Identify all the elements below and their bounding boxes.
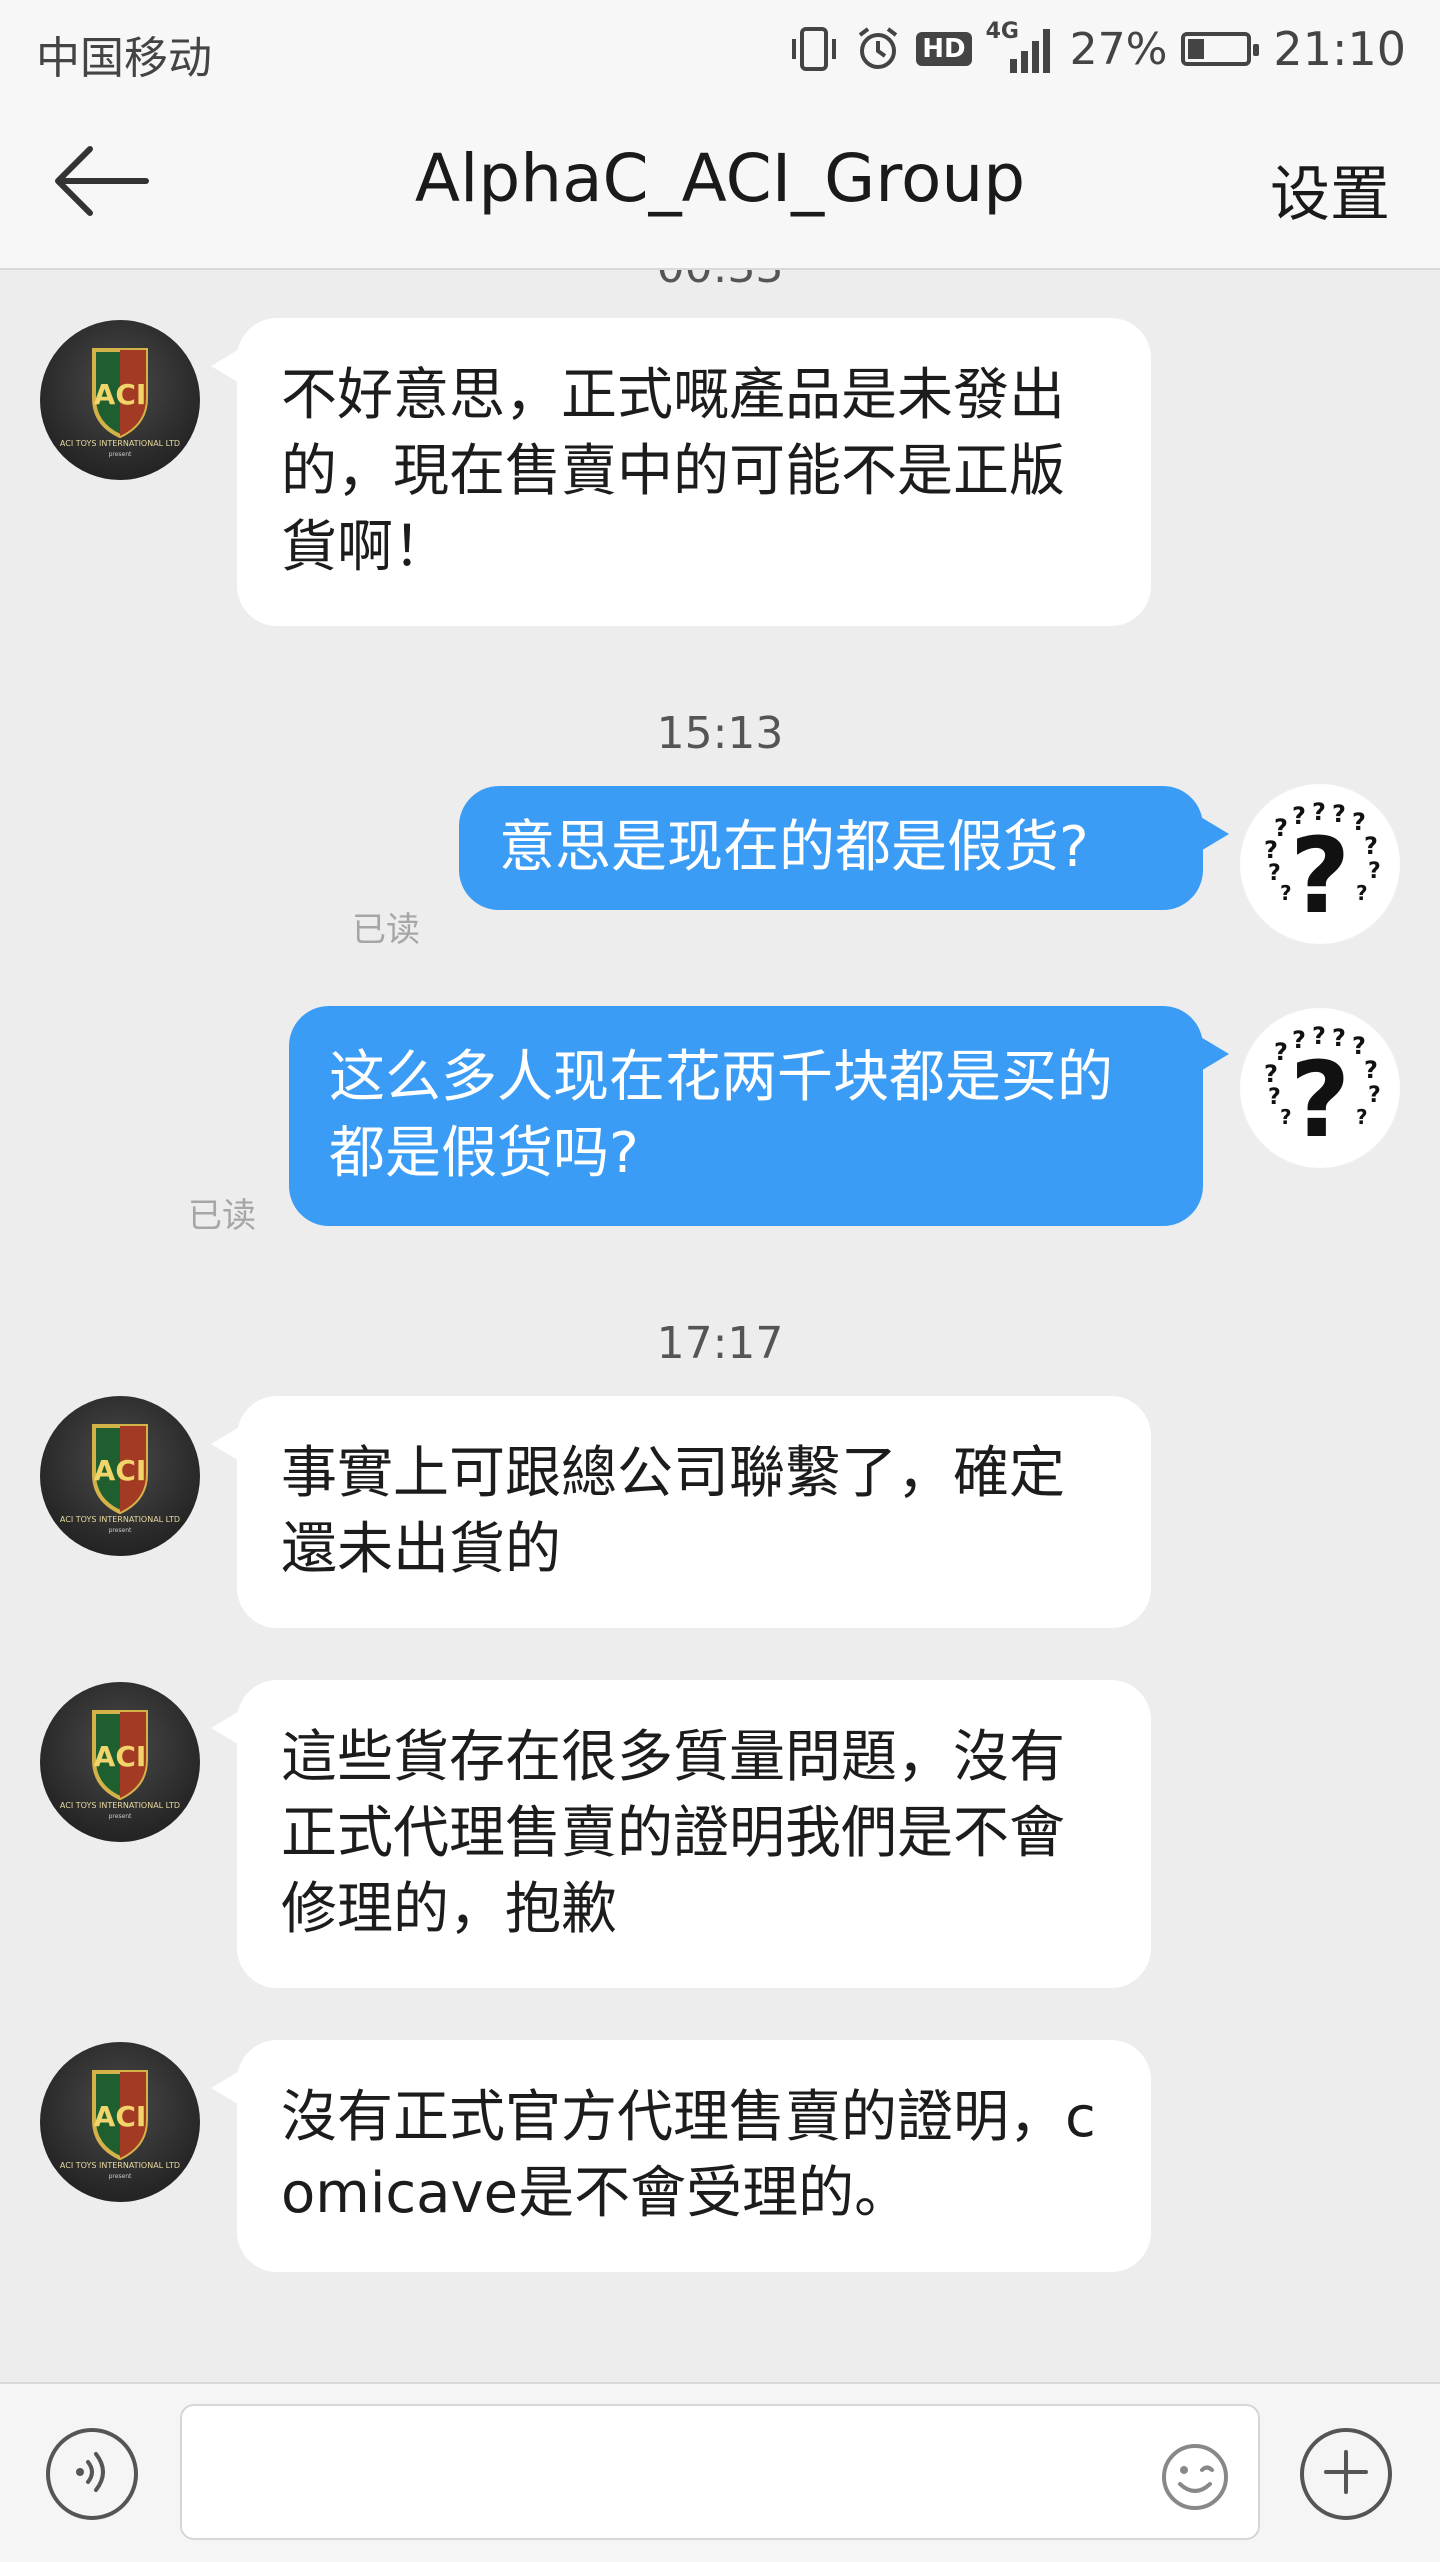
svg-text:?: ? (1368, 859, 1381, 884)
clock: 21:10 (1273, 22, 1406, 76)
signal-icon: 4G (985, 19, 1056, 75)
svg-text:?: ? (1290, 815, 1350, 937)
svg-text:present: present (109, 2173, 132, 2180)
avatar-me[interactable]: ? ? ? ? ? ? ? ? ? ? ? ? (1240, 1008, 1400, 1168)
avatar-me[interactable]: ? ? ? ? ? ? ? ? ? ? ? ? (1240, 784, 1400, 944)
svg-text:?: ? (1312, 1022, 1326, 1050)
avatar-aci[interactable]: ACI ACI TOYS INTERNATIONAL LTD present (40, 1682, 200, 1842)
svg-text:?: ? (1292, 1026, 1306, 1054)
svg-text:?: ? (1332, 1024, 1346, 1052)
timestamp: 15:13 (656, 708, 784, 759)
svg-text:?: ? (1356, 1105, 1368, 1129)
svg-text:?: ? (1332, 800, 1346, 828)
avatar-aci[interactable]: ACI ACI TOYS INTERNATIONAL LTD present (40, 320, 200, 480)
status-icons: HD 4G 27% 21:10 (788, 18, 1406, 80)
input-bar (0, 2382, 1440, 2562)
add-attachment-button[interactable] (1300, 2428, 1392, 2520)
message-input[interactable] (180, 2404, 1260, 2540)
emoji-button[interactable] (1160, 2442, 1230, 2512)
status-bar: 中国移动 HD 4G 27% 21:10 (0, 0, 1440, 100)
voice-icon (66, 2446, 118, 2502)
read-status: 已读 (188, 1196, 256, 1236)
question-marks-icon: ? ? ? ? ? ? ? ? ? ? ? ? (1264, 798, 1381, 937)
svg-text:?: ? (1280, 881, 1292, 905)
svg-text:ACI: ACI (94, 1740, 147, 1773)
svg-text:ACI TOYS INTERNATIONAL LTD: ACI TOYS INTERNATIONAL LTD (60, 2161, 180, 2170)
svg-text:ACI: ACI (94, 1454, 147, 1487)
plus-icon (1320, 2446, 1372, 2502)
timestamp: 17:17 (656, 1318, 784, 1369)
avatar-aci[interactable]: ACI ACI TOYS INTERNATIONAL LTD present (40, 2042, 200, 2202)
svg-text:present: present (109, 1527, 132, 1534)
message-bubble-incoming[interactable]: 事實上可跟總公司聯繫了，確定還未出貨的 (211, 1396, 1151, 1628)
svg-text:?: ? (1290, 1039, 1350, 1161)
emoji-icon (1160, 2444, 1230, 2516)
alarm-icon (854, 25, 902, 73)
message-bubble-incoming[interactable]: 這些貨存在很多質量問題，沒有正式代理售賣的證明我們是不會修理的，抱歉 (211, 1680, 1151, 1988)
svg-text:?: ? (1268, 1085, 1281, 1110)
message-bubble-incoming[interactable]: 沒有正式官方代理售賣的證明，comicave是不會受理的。 (211, 2040, 1151, 2272)
vibrate-icon (788, 25, 840, 73)
battery-percent: 27% (1069, 23, 1168, 75)
back-button[interactable] (50, 138, 160, 228)
svg-text:present: present (109, 1813, 132, 1820)
svg-text:ACI: ACI (94, 2100, 147, 2133)
message-bubble-outgoing[interactable]: 这么多人现在花两千块都是买的都是假货吗? (289, 1006, 1229, 1226)
svg-text:ACI TOYS INTERNATIONAL LTD: ACI TOYS INTERNATIONAL LTD (60, 1515, 180, 1524)
chat-message-list[interactable]: 00:33 ACI ACI TOYS INTERNATIONAL LTD pre… (0, 270, 1440, 2380)
aci-caption: ACI TOYS INTERNATIONAL LTD (60, 439, 180, 448)
svg-text:ACI TOYS INTERNATIONAL LTD: ACI TOYS INTERNATIONAL LTD (60, 1801, 180, 1810)
back-arrow-icon (50, 141, 150, 225)
hd-icon: HD (916, 32, 972, 66)
svg-text:?: ? (1264, 836, 1278, 864)
voice-button[interactable] (46, 2428, 138, 2520)
timestamp: 00:33 (0, 270, 1440, 293)
carrier-name: 中国移动 (36, 33, 212, 84)
svg-text:?: ? (1356, 881, 1368, 905)
aci-logo-text: ACI (94, 378, 147, 411)
svg-text:?: ? (1364, 1056, 1378, 1084)
svg-text:?: ? (1364, 832, 1378, 860)
svg-text:?: ? (1268, 861, 1281, 886)
svg-text:?: ? (1312, 798, 1326, 826)
settings-button[interactable]: 设置 (1270, 146, 1390, 233)
question-marks-icon: ? ? ? ? ? ? ? ? ? ? ? ? (1264, 1022, 1381, 1161)
nav-bar: AlphaC_ACI_Group 设置 (0, 100, 1440, 270)
svg-text:?: ? (1280, 1105, 1292, 1129)
aci-subcaption: present (109, 451, 132, 458)
chat-title: AlphaC_ACI_Group (414, 140, 1026, 217)
network-type: 4G (985, 19, 1019, 44)
avatar-aci[interactable]: ACI ACI TOYS INTERNATIONAL LTD present (40, 1396, 200, 1556)
battery-icon (1181, 32, 1260, 66)
message-bubble-outgoing[interactable]: 意思是现在的都是假货? (459, 786, 1229, 910)
svg-text:?: ? (1264, 1060, 1278, 1088)
message-bubble-incoming[interactable]: 不好意思，正式嘅產品是未發出的，現在售賣中的可能不是正版貨啊！ (211, 318, 1151, 626)
read-status: 已读 (352, 910, 420, 950)
svg-text:?: ? (1292, 802, 1306, 830)
svg-text:?: ? (1368, 1083, 1381, 1108)
